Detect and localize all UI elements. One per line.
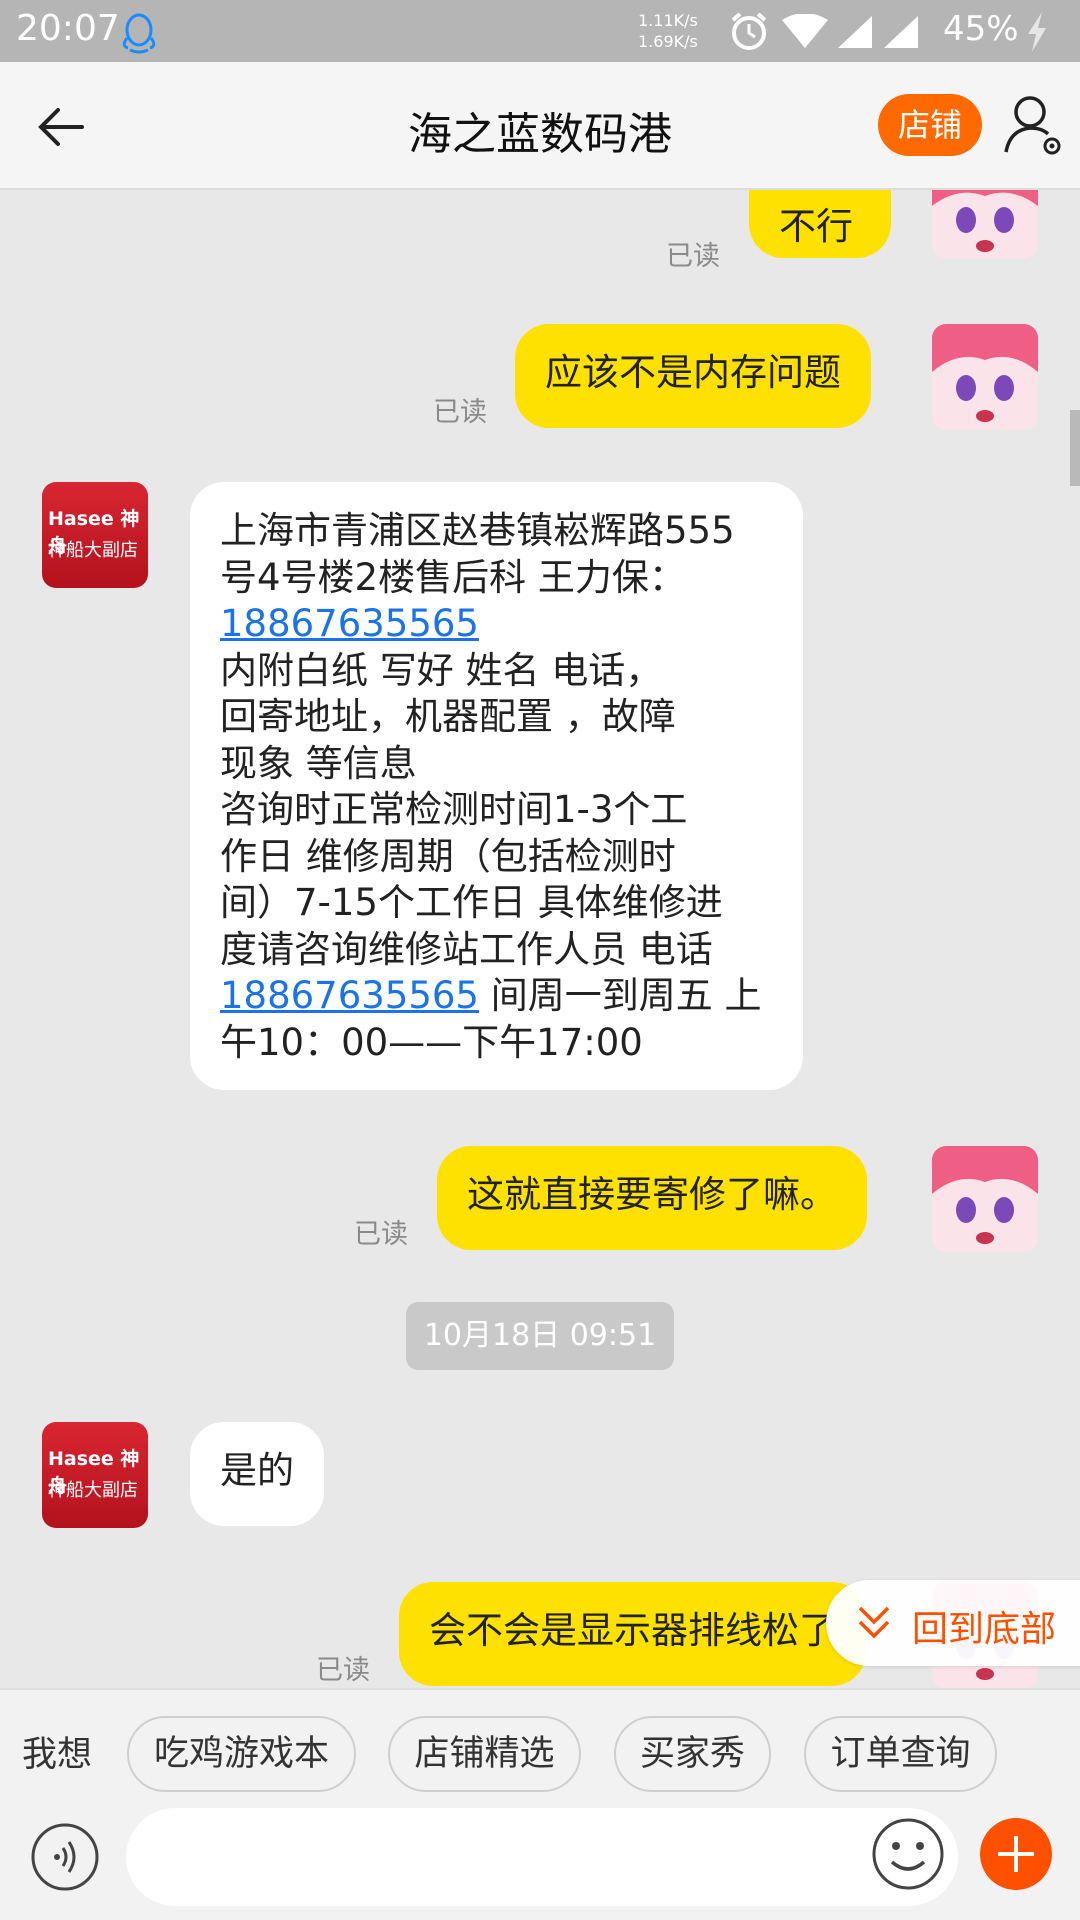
status-time: 20:07 xyxy=(16,8,120,49)
chat-messages[interactable]: 不行 已读 应该不是内存问题 已读 Hasee 神舟 神船大副店 上海市青浦区赵… xyxy=(0,190,1080,1688)
quick-bar-label: 我想 xyxy=(22,1735,93,1775)
message-bubble-incoming[interactable]: 是的 xyxy=(190,1422,324,1526)
shop-avatar-name: 神船大副店 xyxy=(48,1480,138,1501)
signal-icon xyxy=(884,16,918,48)
phone-link[interactable]: 18867635565 xyxy=(220,974,479,1017)
message-bubble-outgoing[interactable]: 应该不是内存问题 xyxy=(515,324,871,428)
message-bubble-outgoing[interactable]: 会不会是显示器排线松了 xyxy=(399,1582,866,1686)
quick-chip[interactable]: 店铺精选 xyxy=(388,1716,581,1792)
network-speed: 1.11K/s 1.69K/s xyxy=(638,10,698,52)
message-text: 会不会是显示器排线松了 xyxy=(429,1609,836,1652)
read-receipt: 已读 xyxy=(666,241,720,272)
battery-level: 45% xyxy=(943,9,1019,49)
message-line: 度请咨询维修站工作人员 电话 xyxy=(220,927,713,971)
user-settings-icon[interactable] xyxy=(1002,92,1066,158)
message-line: 内附白纸 写好 姓名 电话， xyxy=(220,648,663,692)
message-line: 18867635565 间周一到周五 上 xyxy=(220,973,773,1020)
message-line: 间）7-15个工作日 具体维修进 xyxy=(220,881,723,924)
chat-header: 海之蓝数码港 店铺 xyxy=(0,62,1080,190)
message-line: 号4号楼2楼售后科 王力保： xyxy=(220,555,686,599)
back-to-bottom-label: 回到底部 xyxy=(912,1609,1057,1650)
anime-avatar-icon xyxy=(932,190,1038,258)
message-line: 现象 等信息 xyxy=(220,741,417,785)
message-bubble-incoming[interactable]: 上海市青浦区赵巷镇崧辉路555 号4号楼2楼售后科 王力保： 188676355… xyxy=(190,482,803,1090)
shop-avatar[interactable]: Hasee 神舟 神船大副店 xyxy=(42,482,148,588)
anime-avatar-icon xyxy=(932,324,1038,430)
user-avatar[interactable] xyxy=(932,190,1038,258)
read-receipt: 已读 xyxy=(354,1219,408,1250)
message-line: 上海市青浦区赵巷镇崧辉路555 xyxy=(220,509,735,552)
back-to-bottom-button[interactable]: 回到底部 xyxy=(826,1580,1080,1666)
quick-chip[interactable]: 订单查询 xyxy=(804,1716,997,1792)
anime-avatar-icon xyxy=(932,1146,1038,1252)
emoji-icon[interactable] xyxy=(870,1816,946,1892)
message-text: 间周一到周五 上 xyxy=(478,974,762,1017)
quick-chip[interactable]: 买家秀 xyxy=(614,1716,771,1792)
user-avatar[interactable] xyxy=(932,1146,1038,1252)
scrollbar-thumb[interactable] xyxy=(1070,410,1080,486)
shop-avatar-name: 神船大副店 xyxy=(48,540,138,561)
user-avatar[interactable] xyxy=(932,324,1038,430)
qq-penguin-icon xyxy=(122,13,156,54)
message-line: 回寄地址，机器配置 ，故障 xyxy=(220,695,676,738)
message-line: 咨询时正常检测时间1-3个工 xyxy=(220,788,688,831)
quick-chip[interactable]: 吃鸡游戏本 xyxy=(127,1716,356,1792)
message-bubble-outgoing[interactable]: 不行 xyxy=(749,190,891,258)
double-chevron-down-icon xyxy=(858,1606,890,1639)
read-receipt: 已读 xyxy=(433,397,487,428)
phone-link[interactable]: 18867635565 xyxy=(220,601,773,648)
alarm-icon xyxy=(731,12,767,50)
read-receipt: 已读 xyxy=(316,1655,370,1686)
message-text: 是的 xyxy=(220,1449,294,1492)
message-text: 不行 xyxy=(779,205,853,248)
speed-up: 1.11K/s xyxy=(638,11,698,30)
shop-button[interactable]: 店铺 xyxy=(878,94,982,156)
shop-avatar[interactable]: Hasee 神舟 神船大副店 xyxy=(42,1422,148,1528)
back-arrow-icon[interactable] xyxy=(34,100,88,154)
plus-icon[interactable] xyxy=(980,1818,1052,1890)
charging-bolt-icon xyxy=(1028,12,1046,52)
signal-icon xyxy=(838,16,872,48)
message-input[interactable] xyxy=(126,1808,958,1906)
input-bar xyxy=(0,1806,1080,1920)
status-bar: 20:07 1.11K/s 1.69K/s 45% xyxy=(0,0,1080,62)
message-text: 应该不是内存问题 xyxy=(545,351,841,394)
message-text: 这就直接要寄修了嘛。 xyxy=(467,1173,837,1216)
chat-title: 海之蓝数码港 xyxy=(408,109,672,160)
speed-down: 1.69K/s xyxy=(638,32,698,51)
message-bubble-outgoing[interactable]: 这就直接要寄修了嘛。 xyxy=(437,1146,867,1250)
voice-icon[interactable] xyxy=(30,1822,100,1892)
timestamp-divider: 10月18日 09:51 xyxy=(406,1302,674,1370)
wifi-icon xyxy=(782,14,828,48)
message-line: 午10：00——下午17:00 xyxy=(220,1020,643,1064)
message-line: 作日 维修周期（包括检测时 xyxy=(220,834,676,878)
quick-suggestions-bar: 我想 吃鸡游戏本 店铺精选 买家秀 订单查询 xyxy=(0,1688,1080,1806)
